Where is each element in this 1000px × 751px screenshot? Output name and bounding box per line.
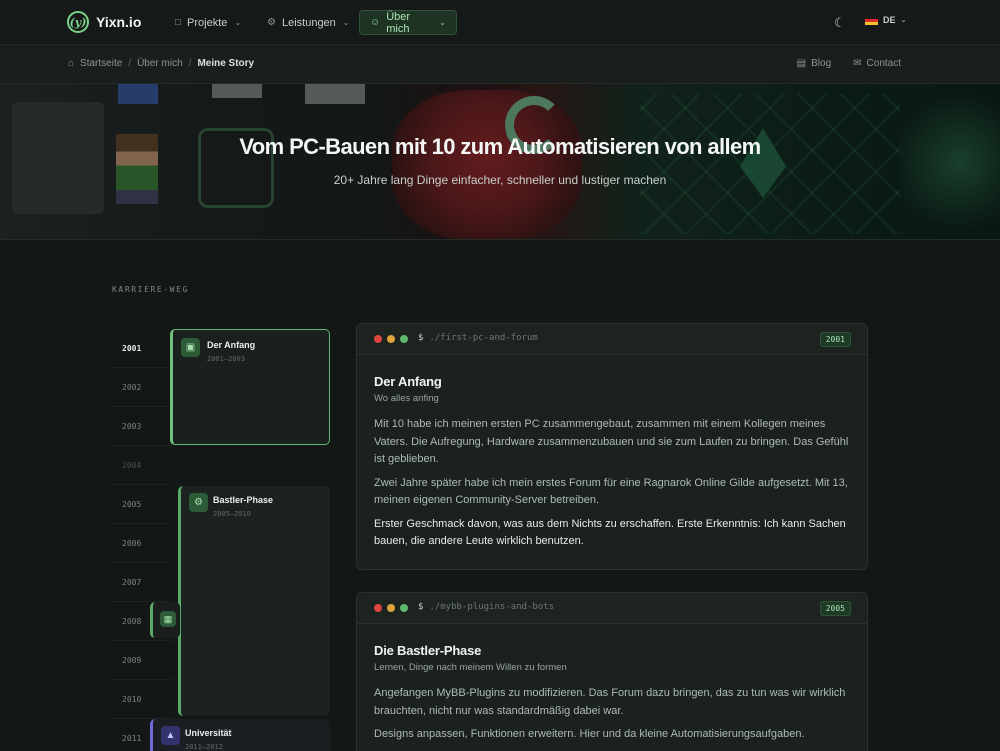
brand-logo[interactable]: (y) Yixn.io — [67, 11, 141, 33]
monitor-icon: ▣ — [181, 338, 200, 357]
german-flag-icon — [865, 15, 878, 25]
hero-subtitle: 20+ Jahre lang Dinge einfacher, schnelle… — [333, 173, 667, 187]
nav-item-label: Über mich — [386, 10, 411, 35]
timeline-card-range: 2001–2003 — [207, 355, 245, 363]
nav-item-label: Leistungen — [281, 16, 336, 29]
career-timeline: 2001 2002 2003 2004 2005 2006 2007 2008 … — [112, 329, 330, 751]
story-paragraph: Designs anpassen, Funktionen erweitern. … — [374, 728, 805, 740]
user-icon: ☺ — [370, 17, 381, 28]
timeline-year[interactable]: 2002 — [112, 368, 172, 407]
timeline-card-range: 2011–2012 — [185, 743, 223, 751]
secondary-links: ▤ Blog ✉ Contact — [797, 58, 901, 69]
theme-toggle-moon-icon[interactable]: ☾ — [834, 15, 846, 31]
timeline-year: 2004 — [112, 446, 172, 485]
story-card-bastler-phase: $ ./mybb-plugins-and-bots 2005 Die Bastle… — [356, 592, 868, 751]
year-badge: 2001 — [819, 332, 851, 347]
home-icon: ⌂ — [68, 58, 75, 69]
section-label: KARRIERE-WEG — [112, 285, 189, 294]
story-card-der-anfang: $ ./first-pc-and-forum 2001 Der Anfang Wo… — [356, 323, 868, 570]
folder-icon: □ — [175, 17, 182, 28]
breadcrumb: ⌂ Startseite / Über mich / Meine Story — [68, 58, 254, 69]
timeline-card-title: Universität — [185, 728, 232, 738]
timeline-year[interactable]: 2003 — [112, 407, 172, 446]
hero-title: Vom PC-Bauen mit 10 zum Automatisieren v… — [239, 134, 761, 159]
chip-icon: ▦ — [160, 611, 176, 627]
story-subtitle: Lernen, Dinge nach meinem Willen zu form… — [374, 662, 567, 673]
nav-item-ueber-mich[interactable]: ☺ Über mich ⌄ — [359, 10, 457, 35]
green-tentacle-image — [900, 84, 1000, 239]
timeline-card-bastler-phase[interactable]: ⚙ Bastler-Phase 2005–2010 — [178, 486, 330, 716]
story-paragraph: Angefangen MyBB-Plugins zu modifizieren.… — [374, 687, 846, 717]
chevron-down-icon: ⌄ — [439, 18, 446, 27]
terminal-command: $ ./first-pc-and-forum — [418, 333, 538, 343]
breadcrumb-item-ueber-mich[interactable]: Über mich — [137, 58, 183, 69]
graduation-cap-icon: ▲ — [161, 726, 180, 745]
nav-item-projekte[interactable]: □ Projekte ⌄ — [165, 10, 251, 35]
mail-icon: ✉ — [853, 58, 862, 69]
story-paragraph: Zwei Jahre später habe ich mein erstes F… — [374, 476, 848, 507]
story-title: Der Anfang — [374, 374, 442, 389]
timeline-card-universitaet[interactable]: ▲ Universität 2011–2012 — [150, 719, 330, 751]
timeline-year[interactable]: 2010 — [112, 680, 172, 719]
timeline-year[interactable]: 2005 — [112, 485, 172, 524]
story-paragraph: Mit 10 habe ich meinen ersten PC zusamme… — [374, 418, 849, 465]
terminal-command: $ ./mybb-plugins-and-bots — [418, 602, 555, 612]
ruby-gem-image — [392, 90, 582, 239]
terminal-header: $ ./mybb-plugins-and-bots 2005 — [357, 593, 867, 624]
chevron-down-icon: ⌄ — [342, 18, 350, 27]
blog-link-label: Blog — [811, 58, 832, 69]
timeline-year[interactable]: 2006 — [112, 524, 172, 563]
contact-link-label: Contact — [866, 58, 901, 69]
gear-icon: ⚙ — [267, 17, 276, 28]
timeline-card-range: 2005–2010 — [213, 510, 251, 518]
contact-link[interactable]: ✉ Contact — [853, 58, 901, 69]
story-subtitle: Wo alles anfing — [374, 393, 439, 404]
crypto-cubes-image — [640, 94, 900, 234]
breadcrumb-bar: ⌂ Startseite / Über mich / Meine Story ▤… — [0, 45, 1000, 84]
pixel-invader-image — [118, 84, 158, 104]
timeline-year[interactable]: 2007 — [112, 563, 172, 602]
breadcrumb-separator: / — [188, 58, 192, 69]
window-dots-icon — [374, 335, 408, 343]
timeline-card-der-anfang[interactable]: ▣ Der Anfang 2001–2003 — [170, 329, 330, 445]
gear-icon: ⚙ — [189, 493, 208, 512]
terminal-header: $ ./first-pc-and-forum 2001 — [357, 324, 867, 355]
timeline-year[interactable]: 2009 — [112, 641, 172, 680]
blog-link[interactable]: ▤ Blog — [797, 58, 831, 69]
logo-icon: (y) — [67, 11, 89, 33]
window-dots-icon — [374, 604, 408, 612]
timeline-year[interactable]: 2001 — [112, 329, 172, 368]
timeline-card-title: Bastler-Phase — [213, 495, 274, 505]
breadcrumb-item-startseite[interactable]: Startseite — [80, 58, 122, 69]
story-paragraph: Erster Geschmack davon, was aus dem Nich… — [374, 517, 846, 548]
top-navbar: (y) Yixn.io □ Projekte ⌄ ⚙ Leistungen ⌄ … — [0, 0, 1000, 45]
pixel-invader-image — [305, 84, 365, 104]
chevron-down-icon: ⌄ — [234, 18, 242, 27]
brand-name: Yixn.io — [96, 14, 142, 30]
timeline-card-mini[interactable]: ▦ — [150, 602, 180, 638]
story-title: Die Bastler-Phase — [374, 643, 482, 658]
nav-item-leistungen[interactable]: ⚙ Leistungen ⌄ — [257, 10, 360, 35]
year-badge: 2005 — [819, 601, 851, 616]
story-body: Der Anfang Wo alles anfing Mit 10 habe i… — [374, 374, 850, 551]
book-icon: ▤ — [796, 58, 807, 69]
nav-item-label: Projekte — [187, 16, 228, 29]
language-label: DE — [883, 15, 896, 25]
hero-banner: Vom PC-Bauen mit 10 zum Automatisieren v… — [0, 84, 1000, 240]
breadcrumb-separator: / — [128, 58, 132, 69]
story-body: Die Bastler-Phase Lernen, Dinge nach mei… — [374, 643, 850, 744]
chevron-down-icon: ⌄ — [900, 17, 907, 24]
language-switcher[interactable]: DE ⌄ — [865, 15, 906, 25]
breadcrumb-item-current: Meine Story — [197, 58, 255, 69]
timeline-card-title: Der Anfang — [207, 340, 256, 350]
pixel-invader-image — [212, 84, 262, 98]
